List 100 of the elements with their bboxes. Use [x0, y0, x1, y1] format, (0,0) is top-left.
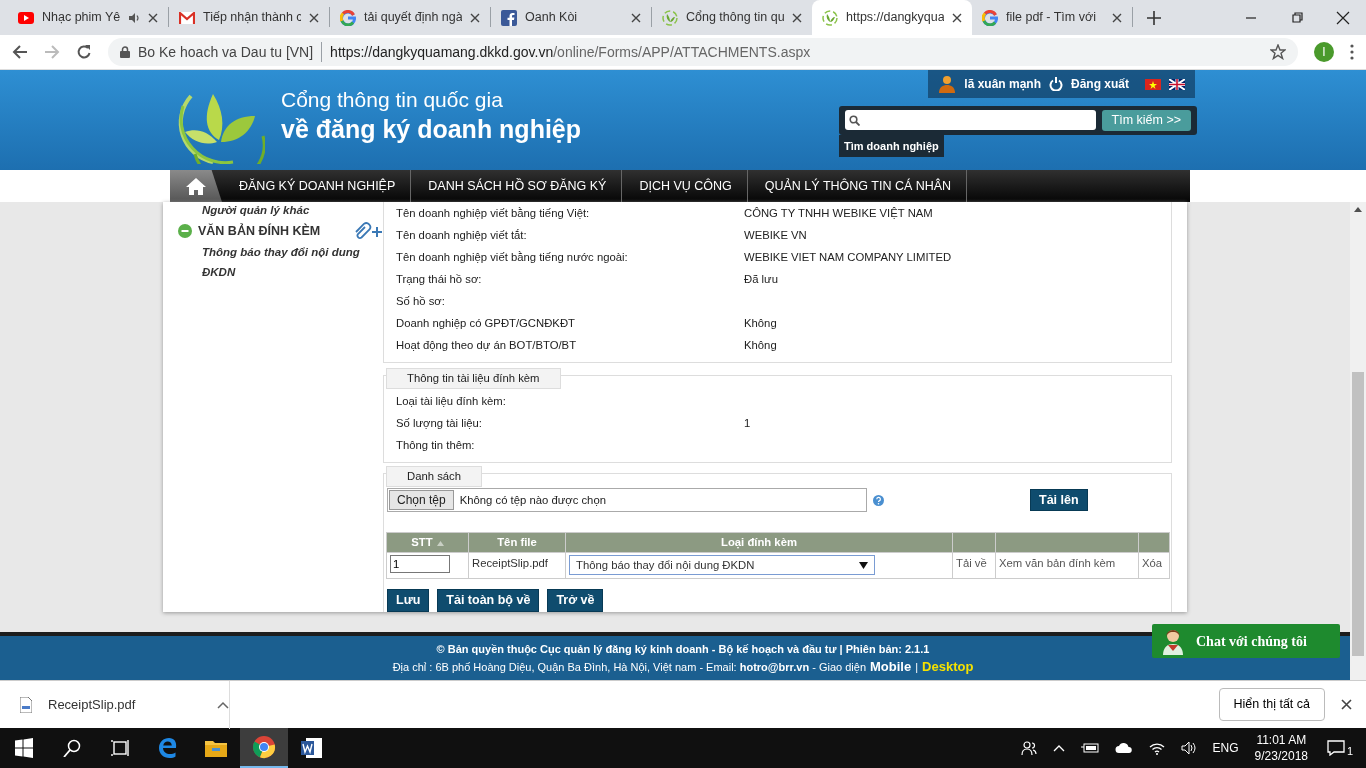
leaf-icon	[662, 9, 678, 26]
battery-icon[interactable]	[1080, 742, 1099, 754]
sidebar-link[interactable]: Thông báo thay đổi nội dung ĐKDN	[178, 242, 383, 282]
field-value: Đã lưu	[744, 271, 778, 287]
choose-file-label: Chọn tệp	[389, 490, 454, 510]
agent-icon	[1160, 627, 1186, 655]
action-button[interactable]: Tải toàn bộ về	[437, 589, 540, 612]
action-button[interactable]: Lưu	[387, 589, 430, 612]
column-header: Tên file	[497, 536, 537, 549]
show-all-button[interactable]: Hiển thị tất cả	[1218, 688, 1325, 721]
column-header: STT	[411, 536, 433, 549]
notifications-button[interactable]: 1	[1324, 728, 1356, 768]
search-hint: Tìm doanh nghiệp	[839, 134, 944, 158]
url-text: https://dangkyquamang.dkkd.gov.vn/online/Forms/APP/ATTACHMENTS.aspx	[330, 42, 811, 62]
desktop-link[interactable]: Desktop	[922, 658, 974, 676]
browser-tab[interactable]: Oanh Kòi	[491, 0, 651, 35]
column-header: Loại đính kèm	[721, 536, 797, 549]
leaf-icon	[822, 9, 838, 26]
google-icon	[982, 9, 998, 26]
new-tab-icon[interactable]	[1147, 10, 1161, 25]
action-button[interactable]: Trở về	[547, 589, 604, 612]
browser-tab[interactable]: tải quyết định ngà	[330, 0, 490, 35]
chrome-icon	[252, 735, 276, 759]
close-icon[interactable]	[792, 12, 802, 23]
file-status: Không có tệp nào được chọn	[459, 492, 606, 508]
document-icon	[300, 736, 324, 760]
field-value: 1	[744, 415, 751, 431]
collapse-icon[interactable]	[178, 224, 192, 238]
field-value: Không	[744, 337, 777, 353]
lock-icon	[120, 46, 130, 58]
chat-bubble-icon	[1326, 740, 1345, 756]
address-text: Địa chỉ : 6B phố Hoàng Diệu, Quận Ba Đình, Hà Nội, Việt nam - Email: hotro@brr.vn - Giao diện	[392, 660, 866, 675]
close-icon[interactable]	[1112, 12, 1122, 23]
home-button[interactable]	[170, 170, 222, 202]
user-icon	[938, 75, 957, 93]
volume-icon[interactable]	[1180, 741, 1197, 755]
logout-link[interactable]: Đăng xuất	[1071, 75, 1129, 93]
chat-button[interactable]: Chat với chúng tôi	[1152, 624, 1340, 658]
close-icon[interactable]	[631, 12, 641, 23]
envelope-icon	[179, 11, 195, 24]
scrollbar[interactable]	[1350, 202, 1366, 680]
field-label: Tên doanh nghiệp viết bằng tiếng Việt:	[396, 205, 591, 221]
close-icon[interactable]	[952, 12, 962, 23]
browser-tab[interactable]: file pdf - Tìm với	[972, 0, 1132, 35]
tab-title: file pdf - Tìm với	[1006, 9, 1097, 27]
notification-count: 1	[1346, 743, 1354, 759]
help-icon[interactable]	[873, 494, 884, 506]
start-icon[interactable]	[15, 738, 33, 758]
close-icon[interactable]	[309, 12, 319, 23]
back-icon[interactable]	[12, 44, 28, 60]
file-input[interactable]: Chọn tệp Không có tệp nào được chọn	[387, 488, 867, 512]
wifi-icon[interactable]	[1148, 741, 1165, 755]
mobile-link[interactable]: Mobile	[870, 658, 912, 676]
cloud-icon[interactable]	[1114, 742, 1133, 754]
home-icon	[185, 177, 207, 195]
upload-button[interactable]: Tải lên	[1030, 488, 1088, 512]
user-name-link[interactable]: lã xuân mạnh	[964, 75, 1041, 93]
uk-flag-icon[interactable]	[1169, 78, 1185, 90]
attach-add-icon[interactable]	[353, 222, 383, 240]
forward-icon	[44, 44, 60, 60]
chevron-up-icon[interactable]	[1052, 744, 1065, 752]
scroll-up-icon[interactable]	[1354, 206, 1362, 212]
close-icon[interactable]	[470, 12, 480, 23]
taskbar-app[interactable]	[240, 728, 288, 768]
close-icon[interactable]	[148, 12, 158, 23]
close-icon[interactable]	[1341, 699, 1352, 710]
profile-avatar[interactable]: I	[1314, 42, 1334, 62]
power-icon	[1049, 77, 1063, 91]
clock[interactable]: 11:01 AM 9/23/2018	[1254, 732, 1308, 764]
people-icon[interactable]	[1020, 740, 1037, 756]
close-icon[interactable]	[1336, 10, 1350, 25]
search-icon	[849, 114, 860, 126]
section-legend: Thông tin tài liệu đính kèm	[386, 368, 561, 389]
language-indicator[interactable]: ENG	[1212, 739, 1239, 757]
star-icon[interactable]	[1270, 44, 1286, 60]
browser-tab[interactable]: Cổng thông tin qu	[652, 0, 812, 35]
restore-icon[interactable]	[1290, 10, 1304, 25]
section-legend: Danh sách	[386, 466, 482, 487]
browser-tab[interactable]: Nhạc phim Yê	[8, 0, 168, 35]
type-dropdown[interactable]: Thông báo thay đổi nội dung ĐKDN	[569, 555, 875, 575]
separator-text: |	[915, 660, 919, 675]
address-bar[interactable]: Bo Ke hoach va Dau tu [VN] https://dangkyquamang.dkkd.gov.vn/online/Forms/APP/ATTACHMENTS.aspx	[108, 38, 1298, 66]
reload-icon[interactable]	[76, 44, 92, 60]
facebook-icon	[501, 9, 517, 26]
field-label: Loại tài liệu đính kèm:	[396, 393, 507, 409]
vietnam-flag-icon[interactable]	[1145, 78, 1161, 90]
sidebar-link[interactable]: Người quản lý khác	[178, 202, 383, 220]
menu-icon[interactable]	[1350, 44, 1354, 60]
play-icon	[18, 11, 34, 24]
site-name: Bo Ke hoach va Dau tu [VN]	[138, 42, 314, 62]
table-cell: ReceiptSlip.pdf	[472, 557, 548, 569]
search-icon[interactable]	[63, 739, 81, 757]
caret-icon	[217, 700, 229, 709]
task-view-icon[interactable]	[111, 739, 129, 757]
portal-title: Cổng thông tin quốc gia	[281, 87, 504, 113]
google-icon	[340, 9, 356, 26]
search-field[interactable]	[845, 110, 1096, 131]
field-label: Số hồ sơ:	[396, 293, 446, 309]
browser-tab[interactable]: https://dangkyqua	[812, 0, 972, 35]
stt-field[interactable]: 1	[390, 555, 450, 573]
